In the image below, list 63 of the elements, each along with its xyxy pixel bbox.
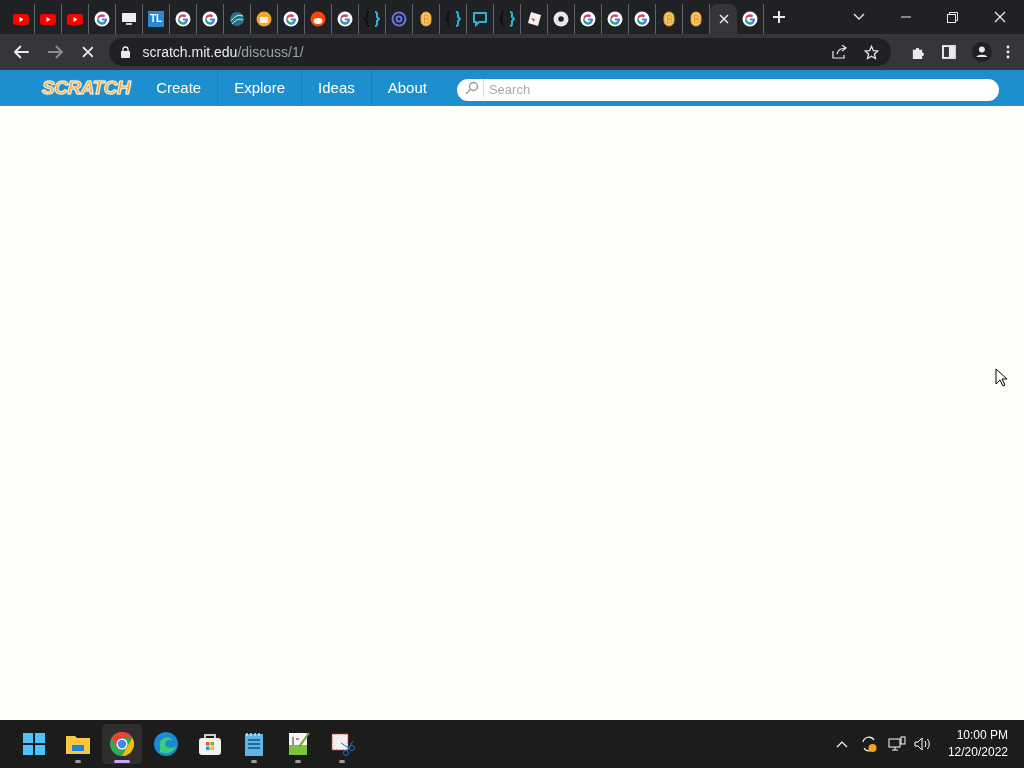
running-indicator: [295, 760, 301, 763]
wave-icon: [229, 11, 245, 27]
google-icon: [283, 11, 299, 27]
google-icon: [607, 11, 623, 27]
taskbar-app[interactable]: [102, 724, 142, 764]
back-icon[interactable]: [14, 45, 30, 59]
lock-icon: [121, 46, 131, 58]
clock-date[interactable]: 12/20/2022: [947, 744, 1008, 761]
clock-time[interactable]: 10:00 PM: [956, 727, 1008, 744]
chevron-up-icon[interactable]: [835, 740, 848, 748]
start-icon: [21, 731, 47, 757]
monitor-icon: [121, 11, 137, 27]
menu-icon[interactable]: [1006, 45, 1010, 59]
mouse-cursor-icon: [995, 368, 1007, 387]
youtube-icon: [67, 11, 83, 27]
search-field[interactable]: Search: [456, 78, 999, 101]
side-panel-icon[interactable]: [942, 45, 957, 59]
scissors-icon: [329, 731, 355, 757]
sync-icon[interactable]: [859, 735, 878, 753]
share-icon[interactable]: [831, 45, 847, 59]
close-icon[interactable]: [994, 11, 1006, 23]
chat-icon: [472, 11, 488, 27]
youtube-icon: [40, 11, 56, 27]
braces-icon: [499, 11, 515, 27]
google-icon: [202, 11, 218, 27]
google-icon: [742, 11, 758, 27]
coin-icon: [661, 11, 677, 27]
google-icon: [337, 11, 353, 27]
new-tab-icon[interactable]: [772, 10, 786, 24]
nav-link[interactable]: About: [371, 70, 443, 106]
network-icon[interactable]: [887, 736, 906, 752]
google-icon: [580, 11, 596, 27]
restore-icon[interactable]: [947, 11, 958, 23]
google-icon: [634, 11, 650, 27]
address-bar[interactable]: scratch.mit.edu/discuss/1/: [109, 38, 891, 66]
close-tab-icon: [718, 14, 729, 24]
running-indicator: [251, 760, 257, 763]
braces-icon: [445, 11, 461, 27]
browser-tab[interactable]: [710, 4, 737, 34]
scratch-logo[interactable]: SCRATCH: [42, 73, 131, 103]
google-icon: [94, 11, 110, 27]
google-icon: [175, 11, 191, 27]
star-icon[interactable]: [863, 44, 879, 60]
profile-icon[interactable]: [972, 42, 993, 62]
url-text: scratch.mit.edu/discuss/1/: [142, 42, 304, 62]
shopping-bag-icon: [197, 731, 223, 757]
running-indicator: [339, 760, 345, 763]
nav-link[interactable]: Explore: [218, 70, 303, 106]
braces-icon: [364, 11, 380, 27]
nav-link[interactable]: Ideas: [302, 70, 372, 106]
coin-icon: [688, 11, 704, 27]
coin-icon: [418, 11, 434, 27]
youtube-icon: [13, 11, 29, 27]
speaker-icon[interactable]: [913, 737, 932, 751]
running-indicator: [114, 760, 130, 763]
running-indicator: [75, 760, 81, 763]
wave-circle-icon: [153, 731, 179, 757]
at-sign-icon: [391, 11, 407, 27]
forward-icon[interactable]: [46, 45, 63, 59]
search-icon: [464, 81, 479, 95]
chevron-down-icon[interactable]: [853, 13, 865, 21]
stop-icon[interactable]: [81, 46, 94, 58]
nav-link[interactable]: Create: [140, 70, 219, 106]
